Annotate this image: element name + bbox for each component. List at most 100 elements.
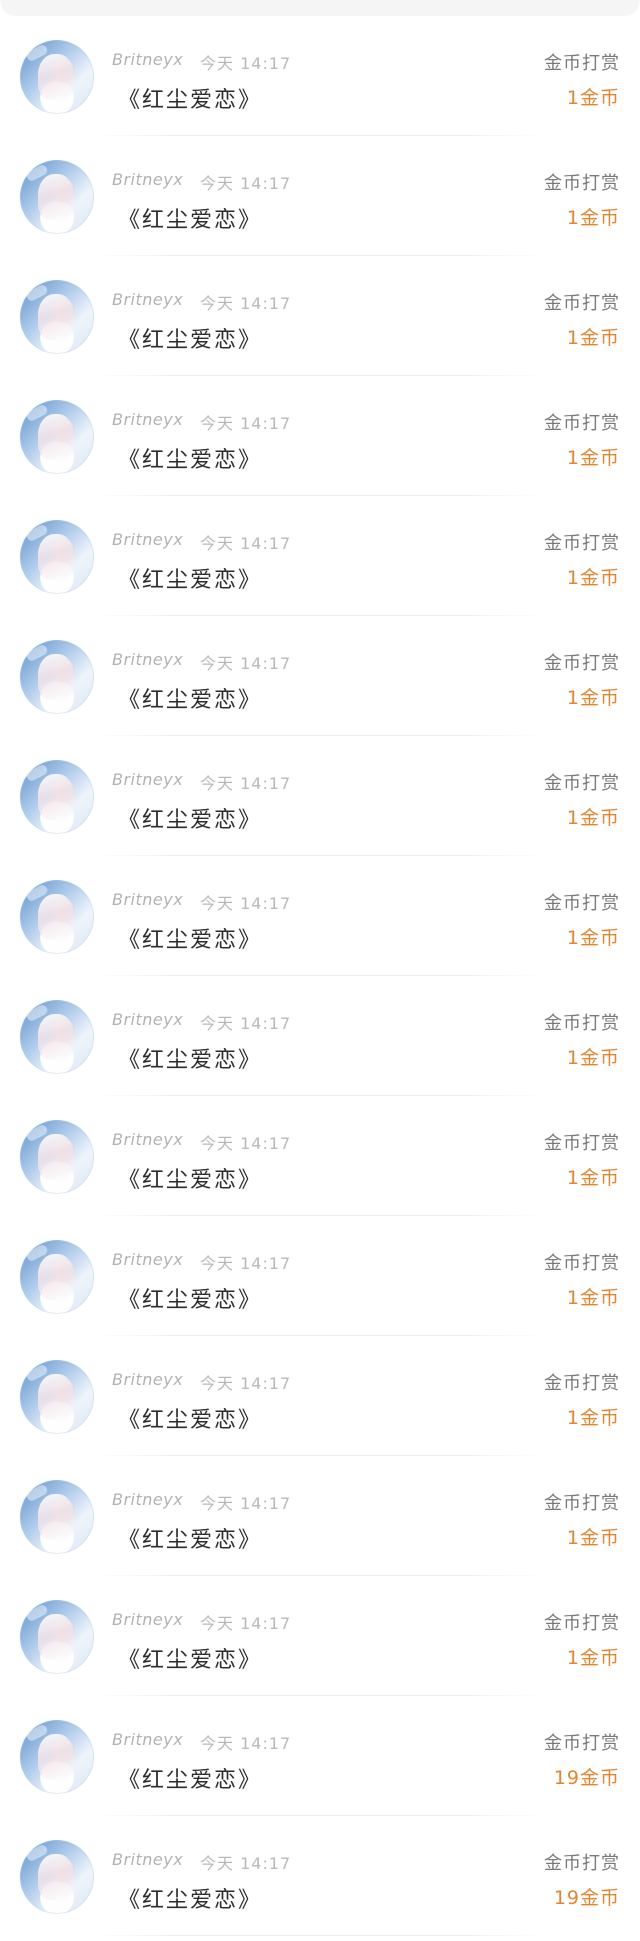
avatar[interactable] xyxy=(20,760,94,834)
reward-amount: 1金币 xyxy=(566,1287,620,1309)
username: Britneyx xyxy=(112,770,184,789)
reward-type-label: 金币打赏 xyxy=(544,293,620,314)
list-item[interactable]: Britneyx 今天 14:17 《红尘爱恋》 金币打赏 1金币 xyxy=(0,976,640,1096)
username: Britneyx xyxy=(112,1370,184,1389)
list-item[interactable]: Britneyx 今天 14:17 《红尘爱恋》 金币打赏 1金币 xyxy=(0,1456,640,1576)
song-title: 《红尘爱恋》 xyxy=(118,1048,263,1073)
username: Britneyx xyxy=(112,1250,184,1269)
avatar[interactable] xyxy=(20,640,94,714)
timestamp: 今天 14:17 xyxy=(200,414,292,433)
avatar[interactable] xyxy=(20,280,94,354)
song-title: 《红尘爱恋》 xyxy=(118,568,263,593)
reward-type-label: 金币打赏 xyxy=(544,173,620,194)
reward-amount: 1金币 xyxy=(566,1527,620,1549)
list-item[interactable]: Britneyx 今天 14:17 《红尘爱恋》 金币打赏 1金币 xyxy=(0,1576,640,1696)
reward-type-label: 金币打赏 xyxy=(544,1613,620,1634)
avatar[interactable] xyxy=(20,400,94,474)
reward-type-label: 金币打赏 xyxy=(544,893,620,914)
reward-amount: 1金币 xyxy=(566,1167,620,1189)
username: Britneyx xyxy=(112,1730,184,1749)
reward-amount: 19金币 xyxy=(553,1887,620,1909)
avatar[interactable] xyxy=(20,1240,94,1314)
song-title: 《红尘爱恋》 xyxy=(118,1768,263,1793)
avatar[interactable] xyxy=(20,1120,94,1194)
list-item[interactable]: Britneyx 今天 14:17 《红尘爱恋》 金币打赏 1金币 xyxy=(0,1096,640,1216)
song-title: 《红尘爱恋》 xyxy=(118,448,263,473)
list-item[interactable]: Britneyx 今天 14:17 《红尘爱恋》 金币打赏 1金币 xyxy=(0,1336,640,1456)
list-item[interactable]: Britneyx 今天 14:17 《红尘爱恋》 金币打赏 1金币 xyxy=(0,16,640,136)
reward-type-label: 金币打赏 xyxy=(544,653,620,674)
username: Britneyx xyxy=(112,290,184,309)
timestamp: 今天 14:17 xyxy=(200,1134,292,1153)
username: Britneyx xyxy=(112,530,184,549)
reward-amount: 1金币 xyxy=(566,807,620,829)
divider xyxy=(94,1935,546,1936)
timestamp: 今天 14:17 xyxy=(200,1494,292,1513)
top-panel-edge xyxy=(0,0,640,16)
avatar[interactable] xyxy=(20,1480,94,1554)
avatar[interactable] xyxy=(20,1600,94,1674)
username: Britneyx xyxy=(112,1610,184,1629)
reward-amount: 1金币 xyxy=(566,1407,620,1429)
timestamp: 今天 14:17 xyxy=(200,1854,292,1873)
avatar[interactable] xyxy=(20,160,94,234)
username: Britneyx xyxy=(112,1490,184,1509)
reward-amount: 19金币 xyxy=(553,1767,620,1789)
list-item[interactable]: Britneyx 今天 14:17 《红尘爱恋》 金币打赏 1金币 xyxy=(0,1216,640,1336)
reward-record-list: Britneyx 今天 14:17 《红尘爱恋》 金币打赏 1金币 Britne… xyxy=(0,16,640,1936)
song-title: 《红尘爱恋》 xyxy=(118,1648,263,1673)
avatar[interactable] xyxy=(20,40,94,114)
reward-amount: 1金币 xyxy=(566,207,620,229)
song-title: 《红尘爱恋》 xyxy=(118,328,263,353)
avatar[interactable] xyxy=(20,1360,94,1434)
timestamp: 今天 14:17 xyxy=(200,1614,292,1633)
username: Britneyx xyxy=(112,170,184,189)
avatar[interactable] xyxy=(20,1840,94,1914)
avatar[interactable] xyxy=(20,880,94,954)
reward-type-label: 金币打赏 xyxy=(544,1373,620,1394)
list-item[interactable]: Britneyx 今天 14:17 《红尘爱恋》 金币打赏 1金币 xyxy=(0,136,640,256)
timestamp: 今天 14:17 xyxy=(200,534,292,553)
timestamp: 今天 14:17 xyxy=(200,894,292,913)
song-title: 《红尘爱恋》 xyxy=(118,1528,263,1553)
reward-type-label: 金币打赏 xyxy=(544,773,620,794)
timestamp: 今天 14:17 xyxy=(200,654,292,673)
avatar[interactable] xyxy=(20,520,94,594)
reward-amount: 1金币 xyxy=(566,927,620,949)
list-item[interactable]: Britneyx 今天 14:17 《红尘爱恋》 金币打赏 19金币 xyxy=(0,1816,640,1936)
list-item[interactable]: Britneyx 今天 14:17 《红尘爱恋》 金币打赏 1金币 xyxy=(0,616,640,736)
reward-type-label: 金币打赏 xyxy=(544,1253,620,1274)
username: Britneyx xyxy=(112,1010,184,1029)
song-title: 《红尘爱恋》 xyxy=(118,928,263,953)
timestamp: 今天 14:17 xyxy=(200,174,292,193)
song-title: 《红尘爱恋》 xyxy=(118,88,263,113)
username: Britneyx xyxy=(112,50,184,69)
avatar[interactable] xyxy=(20,1000,94,1074)
timestamp: 今天 14:17 xyxy=(200,1254,292,1273)
username: Britneyx xyxy=(112,410,184,429)
reward-amount: 1金币 xyxy=(566,567,620,589)
reward-type-label: 金币打赏 xyxy=(544,1133,620,1154)
song-title: 《红尘爱恋》 xyxy=(118,1408,263,1433)
username: Britneyx xyxy=(112,1850,184,1869)
reward-amount: 1金币 xyxy=(566,687,620,709)
list-item[interactable]: Britneyx 今天 14:17 《红尘爱恋》 金币打赏 1金币 xyxy=(0,256,640,376)
song-title: 《红尘爱恋》 xyxy=(118,808,263,833)
timestamp: 今天 14:17 xyxy=(200,294,292,313)
list-item[interactable]: Britneyx 今天 14:17 《红尘爱恋》 金币打赏 1金币 xyxy=(0,736,640,856)
timestamp: 今天 14:17 xyxy=(200,774,292,793)
reward-amount: 1金币 xyxy=(566,87,620,109)
reward-amount: 1金币 xyxy=(566,327,620,349)
song-title: 《红尘爱恋》 xyxy=(118,208,263,233)
song-title: 《红尘爱恋》 xyxy=(118,1168,263,1193)
reward-amount: 1金币 xyxy=(566,1047,620,1069)
list-item[interactable]: Britneyx 今天 14:17 《红尘爱恋》 金币打赏 1金币 xyxy=(0,376,640,496)
timestamp: 今天 14:17 xyxy=(200,1734,292,1753)
reward-type-label: 金币打赏 xyxy=(544,1493,620,1514)
username: Britneyx xyxy=(112,890,184,909)
avatar[interactable] xyxy=(20,1720,94,1794)
list-item[interactable]: Britneyx 今天 14:17 《红尘爱恋》 金币打赏 19金币 xyxy=(0,1696,640,1816)
list-item[interactable]: Britneyx 今天 14:17 《红尘爱恋》 金币打赏 1金币 xyxy=(0,496,640,616)
username: Britneyx xyxy=(112,650,184,669)
list-item[interactable]: Britneyx 今天 14:17 《红尘爱恋》 金币打赏 1金币 xyxy=(0,856,640,976)
